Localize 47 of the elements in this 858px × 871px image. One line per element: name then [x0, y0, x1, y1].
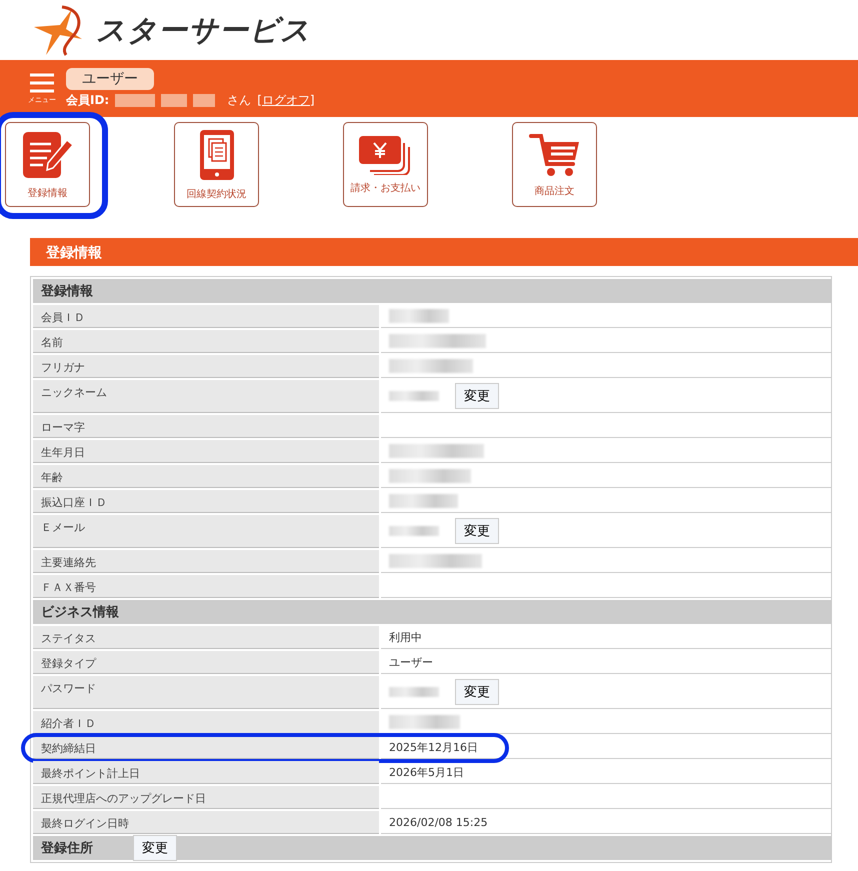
- nav-tile[interactable]: 商品注文: [512, 122, 597, 207]
- value-text: 2026年5月1日: [389, 764, 464, 780]
- value-text: 2025年12月16日: [389, 740, 478, 754]
- label-cell: 契約締結日: [33, 736, 379, 759]
- logoff-link[interactable]: [ログオフ]: [257, 92, 315, 109]
- label-cell: 最終ログイン日時: [33, 811, 379, 834]
- label-cell: 主要連絡先: [33, 550, 379, 573]
- menu-icon: [30, 72, 54, 92]
- label-cell: 振込口座ＩＤ: [33, 490, 379, 513]
- redacted-block: [193, 94, 216, 107]
- change-button[interactable]: 変更: [455, 679, 499, 705]
- section-header: 登録情報: [30, 238, 858, 266]
- label-cell: 生年月日: [33, 440, 379, 463]
- value-text: 2026/02/08 15:25: [389, 816, 488, 828]
- redacted-block: [161, 94, 188, 107]
- label-cell: 会員ＩＤ: [33, 305, 379, 328]
- group-title: ビジネス情報: [41, 604, 119, 621]
- cart-icon: [528, 132, 580, 178]
- label-cell: 年齢: [33, 465, 379, 488]
- group-title: 登録住所: [41, 840, 93, 857]
- label-cell: ＦＡＸ番号: [33, 575, 379, 598]
- nav-tile[interactable]: 登録情報: [5, 122, 90, 207]
- nav-tile[interactable]: 回線契約状況: [174, 122, 259, 207]
- label-cell: ステイタス: [33, 626, 379, 649]
- document-pen-icon: [20, 130, 74, 180]
- value-text: 利用中: [389, 630, 422, 644]
- label-cell: ローマ字: [33, 415, 379, 438]
- label-cell: フリガナ: [33, 355, 379, 378]
- label-cell: 紹介者ＩＤ: [33, 711, 379, 734]
- label-cell: Ｅメール: [33, 515, 379, 548]
- label-cell: 最終ポイント計上日: [33, 761, 379, 784]
- value-text: ユーザー: [389, 654, 433, 670]
- honorific-text: さん: [227, 92, 252, 109]
- label-cell: パスワード: [33, 676, 379, 709]
- group-title: 登録情報: [41, 283, 93, 300]
- role-badge: ユーザー: [66, 68, 154, 90]
- change-button[interactable]: 変更: [455, 518, 499, 544]
- label-cell: 名前: [33, 330, 379, 353]
- member-id-label: 会員ID:: [66, 92, 110, 109]
- nav-tile[interactable]: 請求・お支払い: [343, 122, 428, 207]
- tablet-document-icon: [198, 128, 234, 180]
- label-cell: 正規代理店へのアップグレード日: [33, 786, 379, 809]
- logo-text: スターサービス: [96, 12, 311, 49]
- label-cell: ニックネーム: [33, 380, 379, 413]
- change-button[interactable]: 変更: [455, 383, 499, 409]
- change-button[interactable]: 変更: [133, 835, 177, 861]
- label-cell: 登録タイプ: [33, 651, 379, 674]
